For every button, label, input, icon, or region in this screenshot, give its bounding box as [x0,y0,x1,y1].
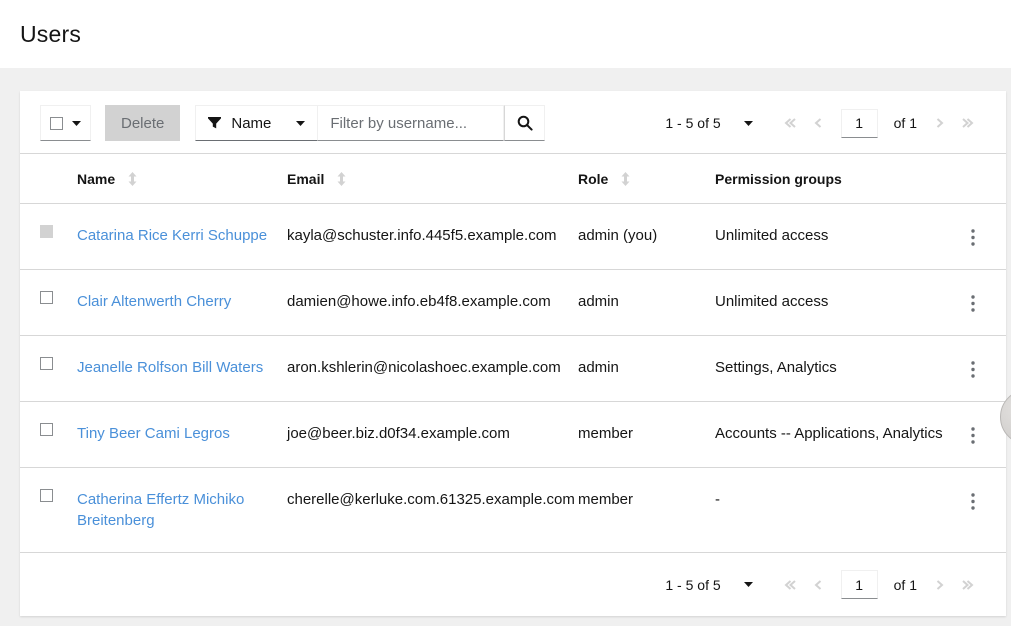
table-toolbar: Delete Name [20,91,1006,154]
sort-icon [621,172,630,186]
first-page-button[interactable] [782,577,799,593]
column-header-permission-groups: Permission groups [715,154,960,203]
row-kebab-menu-button[interactable] [965,293,981,314]
filter-attribute-dropdown[interactable]: Name [195,105,318,141]
table-row: Tiny Beer Cami Legros joe@beer.biz.d0f34… [20,402,1006,468]
user-role: admin [578,291,715,313]
user-role: member [578,489,715,511]
angle-right-icon [935,579,944,591]
user-permission-groups: Settings, Analytics [715,357,960,379]
ellipsis-vertical-icon [971,229,975,246]
row-kebab-menu-button[interactable] [965,491,981,512]
app-viewport: Users Delete Name [0,0,1011,626]
pagination-top: 1 - 5 of 5 [665,109,976,138]
user-name-link[interactable]: Tiny Beer Cami Legros [77,423,244,444]
angle-left-icon [814,579,823,591]
angle-right-icon [935,117,944,129]
current-page-input[interactable] [841,109,878,138]
pagination-range-label: 1 - 5 of 5 [665,115,720,131]
user-email: aron.kshlerin@nicolashoec.example.com [287,357,578,379]
row-checkbox[interactable] [40,291,53,304]
search-button[interactable] [504,105,545,141]
sort-icon [337,172,346,186]
user-role: member [578,423,715,445]
column-header-name[interactable]: Name [77,154,287,203]
filter-attribute-label: Name [231,115,271,132]
user-email: kayla@schuster.info.445f5.example.com [287,225,578,247]
last-page-button[interactable] [959,577,976,593]
user-name-link[interactable]: Catarina Rice Kerri Schuppe [77,225,281,246]
row-kebab-menu-button[interactable] [965,359,981,380]
user-name-link[interactable]: Jeanelle Rolfson Bill Waters [77,357,277,378]
row-checkbox[interactable] [40,357,53,370]
page-title: Users [20,21,81,48]
page-header: Users [0,0,1011,68]
first-page-button[interactable] [782,115,799,131]
users-table-card: Delete Name [20,91,1006,616]
current-page-input[interactable] [841,570,878,599]
table-row: Jeanelle Rolfson Bill Waters aron.kshler… [20,336,1006,402]
prev-page-button[interactable] [812,115,825,131]
user-permission-groups: - [715,489,960,511]
user-name-link[interactable]: Clair Altenwerth Cherry [77,291,245,312]
row-checkbox [40,225,53,238]
delete-button[interactable]: Delete [105,105,180,141]
user-permission-groups: Unlimited access [715,225,960,247]
angle-double-right-icon [961,117,974,129]
row-kebab-menu-button[interactable] [965,227,981,248]
table-row: Clair Altenwerth Cherry damien@howe.info… [20,270,1006,336]
ellipsis-vertical-icon [971,295,975,312]
pagination-range-label: 1 - 5 of 5 [665,577,720,593]
column-header-role[interactable]: Role [578,154,715,203]
bulk-select-checkbox[interactable] [50,117,63,130]
per-page-menu-toggle[interactable]: 1 - 5 of 5 [665,577,752,593]
row-kebab-menu-button[interactable] [965,425,981,446]
bulk-select-dropdown[interactable] [40,105,91,141]
user-permission-groups: Accounts -- Applications, Analytics [715,423,960,445]
user-email: damien@howe.info.eb4f8.example.com [287,291,578,313]
search-input[interactable] [318,105,504,141]
user-role: admin [578,357,715,379]
table-footer: 1 - 5 of 5 [20,553,1006,616]
user-permission-groups: Unlimited access [715,291,960,313]
user-email: joe@beer.biz.d0f34.example.com [287,423,578,445]
table-header-row: Name Email Role Permission groups [20,154,1006,204]
pagination-nav: of 1 [782,570,976,599]
angle-left-icon [814,117,823,129]
row-checkbox[interactable] [40,423,53,436]
table-row: Catherina Effertz Michiko Breitenberg ch… [20,468,1006,553]
search-icon [517,115,533,131]
angle-double-left-icon [784,579,797,591]
ellipsis-vertical-icon [971,493,975,510]
column-header-email[interactable]: Email [287,154,578,203]
per-page-menu-toggle[interactable]: 1 - 5 of 5 [665,115,752,131]
ellipsis-vertical-icon [971,361,975,378]
prev-page-button[interactable] [812,577,825,593]
user-name-link[interactable]: Catherina Effertz Michiko Breitenberg [77,489,287,531]
page-of-label: of 1 [894,577,917,593]
angle-double-left-icon [784,117,797,129]
chevron-down-icon [72,121,81,126]
user-email: cherelle@kerluke.com.61325.example.com [287,489,578,511]
angle-double-right-icon [961,579,974,591]
filter-icon [208,117,221,129]
next-page-button[interactable] [933,577,946,593]
pagination-bottom: 1 - 5 of 5 [665,570,976,599]
row-checkbox[interactable] [40,489,53,502]
chevron-down-icon [744,582,753,587]
chevron-down-icon [744,121,753,126]
chevron-down-icon [296,121,305,126]
sort-icon [128,172,137,186]
search-control [318,105,545,141]
ellipsis-vertical-icon [971,427,975,444]
last-page-button[interactable] [959,115,976,131]
page-of-label: of 1 [894,115,917,131]
pagination-nav: of 1 [782,109,976,138]
table-row: Catarina Rice Kerri Schuppe kayla@schust… [20,204,1006,270]
filter-group: Name [195,105,545,141]
user-role: admin (you) [578,225,715,247]
next-page-button[interactable] [933,115,946,131]
